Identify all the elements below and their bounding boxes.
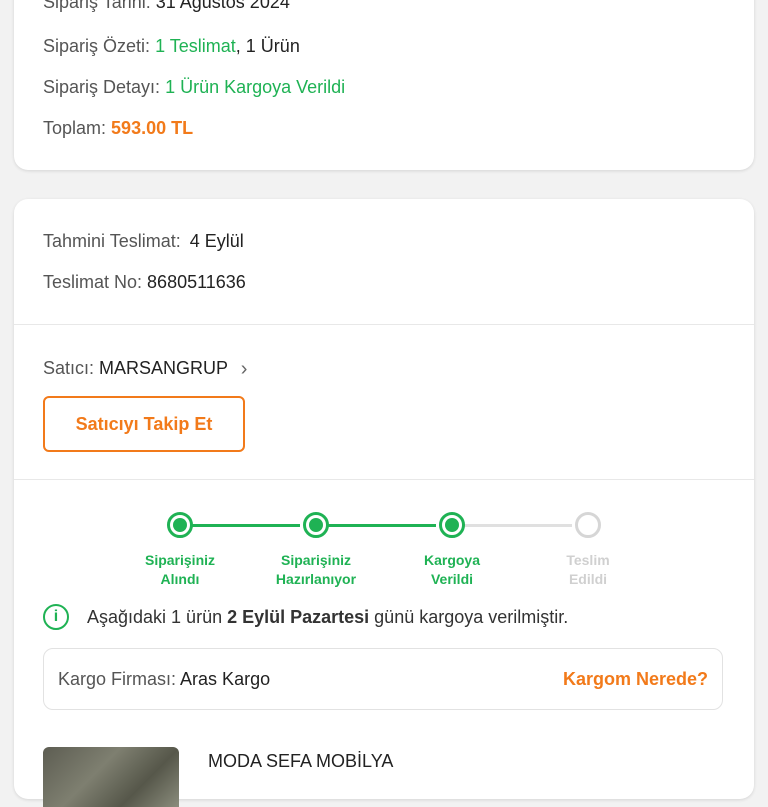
progress-line-done [328,524,436,527]
estimated-delivery-label: Tahmini Teslimat: [43,231,181,251]
delivery-card: Tahmini Teslimat: 4 Eylül Teslimat No: 8… [14,199,754,807]
info-text-pre: Aşağıdaki 1 ürün [87,607,228,627]
cargo-company-box: Kargo Firması: Aras Kargo Kargom Nerede? [43,648,723,710]
order-summary-items: 1 Ürün [245,36,300,56]
cargo-company-name: Aras Kargo [180,669,271,689]
step-label-line: Kargoya [423,552,481,568]
step-dot-delivered [575,512,601,538]
order-date-value: 31 Ağustos 2024 [155,0,290,12]
step-dot-preparing [303,512,329,538]
step-dot-received [167,512,193,538]
progress-line-done [192,524,300,527]
order-summary-delivery: 1 Teslimat [155,36,236,56]
seller-name[interactable]: MARSANGRUP [99,358,228,378]
seller-label: Satıcı: [43,358,95,378]
step-label-line: Verildi [430,571,474,587]
step-label-preparing: Siparişiniz Hazırlanıyor [261,551,371,589]
product-thumbnail[interactable] [43,747,179,807]
info-text-post: günü kargoya verilmiştir. [369,607,569,627]
step-label-line: Siparişiniz [280,552,352,568]
order-summary-row: Sipariş Özeti: 1 Teslimat, 1 Ürün [43,36,300,57]
delivery-number-value: 8680511636 [147,272,246,292]
step-label-line: Siparişiniz [144,552,216,568]
step-label-shipped: Kargoya Verildi [397,551,507,589]
order-date-row: Sipariş Tarihi: 31 Ağustos 2024 [43,0,290,13]
order-summary-card: Sipariş Tarihi: 31 Ağustos 2024 Sipariş … [14,0,754,170]
order-detail-row: Sipariş Detayı: 1 Ürün Kargoya Verildi [43,77,345,98]
step-label-line: Teslim [566,552,610,568]
info-text-date: 2 Eylül Pazartesi [227,607,370,627]
follow-seller-button[interactable]: Satıcıyı Takip Et [43,396,245,452]
chevron-right-icon[interactable]: › [241,358,248,381]
order-date-label: Sipariş Tarihi: [43,0,151,12]
order-summary-separator: , [235,36,241,56]
delivery-number-label: Teslimat No: [43,272,143,292]
progress-line-pending [464,524,572,527]
track-cargo-link[interactable]: Kargom Nerede? [563,669,708,690]
order-summary-label: Sipariş Özeti: [43,36,151,56]
divider [14,324,754,325]
estimated-delivery-value: 4 Eylül [189,231,244,251]
info-icon: i [43,604,69,630]
order-total-row: Toplam: 593.00 TL [43,118,193,139]
product-name[interactable]: MODA SEFA MOBİLYA [208,751,393,772]
cargo-company-label: Kargo Firması: [58,669,177,689]
step-label-received: Siparişiniz Alındı [125,551,235,589]
step-label-line: Alındı [160,571,200,587]
step-dot-shipped [439,512,465,538]
divider [14,479,754,480]
step-label-delivered: Teslim Edildi [533,551,643,589]
delivery-number-row: Teslimat No: 8680511636 [43,272,246,293]
order-detail-label: Sipariş Detayı: [43,77,161,97]
order-total-label: Toplam: [43,118,107,138]
order-total-value: 593.00 TL [111,118,194,138]
order-detail-value: 1 Ürün Kargoya Verildi [165,77,346,97]
step-label-line: Edildi [568,571,608,587]
seller-row[interactable]: Satıcı: MARSANGRUP › [43,358,247,381]
step-label-line: Hazırlanıyor [275,571,357,587]
cargo-company-row: Kargo Firması: Aras Kargo [58,669,270,690]
estimated-delivery-row: Tahmini Teslimat: 4 Eylül [43,231,244,252]
shipping-info-message: Aşağıdaki 1 ürün 2 Eylül Pazartesi günü … [87,607,568,628]
